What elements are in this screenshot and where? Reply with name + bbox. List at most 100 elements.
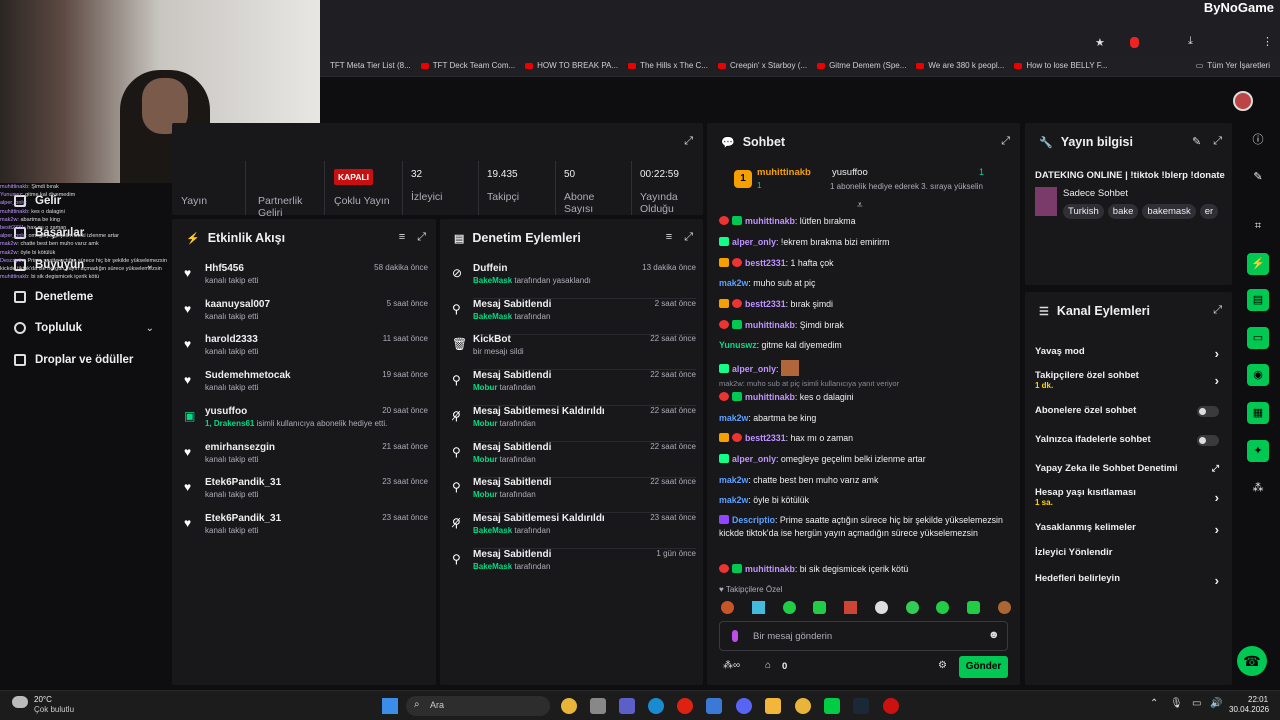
channel-action-item[interactable]: Abonelere özel sohbet (1035, 405, 1225, 417)
nav-item-topluluk[interactable]: Topluluk (14, 322, 82, 334)
chat-username[interactable]: Yunuswz (719, 340, 757, 350)
all-bookmarks[interactable]: ▭ Tüm Yer İşaretleri (1196, 61, 1270, 70)
expand-icon[interactable]: ⤢ (684, 231, 693, 244)
chat-message[interactable]: muhittinakb: kes o dalagini (719, 391, 1009, 404)
chat-message[interactable]: muhittinakb: Şimdi bırak (719, 319, 1009, 332)
filter-icon[interactable]: ≡ (666, 231, 672, 244)
chat-username[interactable]: muhittinakb (745, 320, 795, 330)
channel-action-item[interactable]: Hesap yaşı kısıtlaması 1 sa. › (1035, 487, 1225, 507)
chrome-icon[interactable] (561, 698, 577, 714)
moderation-row[interactable]: ⚲ Mesaj Sabitlendi BakeMask tarafından 2 sa… (452, 299, 696, 335)
bookmark[interactable]: We are 380 k peopl... (916, 61, 1004, 70)
tag[interactable]: Turkish (1063, 204, 1104, 219)
bookmark[interactable]: TFT Deck Team Com... (420, 61, 515, 70)
activity-user[interactable]: yusuffoo (205, 406, 247, 417)
crop-icon[interactable]: ⌗ (1247, 215, 1269, 237)
points-icon[interactable]: ⁂ (1247, 477, 1269, 499)
chat-message[interactable]: alper_only: !ekrem bırakma bizi emirirm (719, 236, 1009, 249)
activity-row[interactable]: ▣ yusuffoo 1, Drakens61 isimli kullanıcıya… (184, 406, 428, 442)
activity-row[interactable]: ♥ Sudemehmetocak kanalı takip etti 19 saat … (184, 370, 428, 406)
activity-user[interactable]: Sudemehmetocak (205, 370, 291, 381)
channel-action-item[interactable]: Yapay Zeka ile Sohbet Denetimi ⤢ (1035, 463, 1225, 474)
chat-username[interactable]: mak2w (719, 475, 748, 485)
expand-icon[interactable]: ⤢ (1213, 304, 1222, 317)
tray-chevron-icon[interactable]: ⌃ (1150, 698, 1158, 709)
chat-message[interactable]: alper_only: omegleye geçelim belki izlen… (719, 453, 1009, 466)
edit-icon[interactable]: ✎ (1247, 166, 1269, 188)
wrench-icon[interactable]: ✦ (1247, 440, 1269, 462)
expand-icon[interactable]: ⤢ (1001, 135, 1010, 148)
channel-action-item[interactable]: Takipçilere özel sohbet 1 dk. › (1035, 370, 1225, 390)
emote-bar[interactable] (721, 601, 1011, 615)
mic-icon[interactable]: 🎙 (1170, 698, 1183, 709)
chat-message[interactable]: Yunuswz: gitme kal diyemedim (719, 339, 1009, 352)
activity-user[interactable]: kaanuysal007 (205, 299, 270, 310)
info-icon[interactable]: ⓘ (1247, 129, 1269, 151)
edge-icon[interactable] (648, 698, 664, 714)
download-icon[interactable]: ⤓ (1188, 35, 1193, 48)
chat-username[interactable]: bestt2331 (745, 299, 786, 309)
clipboard-icon[interactable]: ▤ (1247, 289, 1269, 311)
star-icon[interactable]: ★ (1095, 36, 1105, 49)
chat-username[interactable]: muhittinakb (745, 392, 795, 402)
filter-icon[interactable]: ≡ (399, 231, 405, 244)
expand-icon[interactable]: ⤢ (417, 231, 426, 244)
chevron-down-icon[interactable]: ⌄ (146, 323, 154, 334)
chat-username[interactable]: Descriptio (732, 515, 775, 525)
emote-icon[interactable] (967, 601, 981, 614)
moderation-row[interactable]: ⚲̸ Mesaj Sabitlemesi Kaldırıldı BakeMask t… (452, 513, 696, 549)
bookmark[interactable]: How to lose BELLY F... (1014, 61, 1107, 70)
moderation-row[interactable]: ⚲ Mesaj Sabitlendi BakeMask tarafından 1 gü… (452, 549, 696, 585)
bookmark[interactable]: The Hills x The C... (628, 61, 708, 70)
chat-message[interactable]: mak2w: chatte best ben muho varız amk (719, 474, 1009, 487)
layout-icon[interactable]: ▦ (1247, 402, 1269, 424)
teams-icon[interactable] (619, 698, 635, 714)
channel-action-item[interactable]: Yalnızca ifadelerle sohbet (1035, 434, 1225, 446)
leaderboard-user[interactable]: muhittinakb (757, 167, 811, 178)
emote-icon[interactable] (997, 601, 1011, 614)
moderation-row[interactable]: ⚲ Mesaj Sabitlendi Mobur tarafından 22 saat… (452, 477, 696, 514)
activity-user[interactable]: Hhf5456 (205, 263, 244, 274)
taskbar-search[interactable]: ⌕ Ara (406, 696, 550, 716)
send-button[interactable]: Gönder (959, 656, 1008, 678)
chat-message[interactable]: muhittinakb: lütfen bırakma (719, 215, 1009, 228)
edit-icon[interactable]: ✎ (1192, 135, 1201, 148)
emote-icon[interactable] (751, 601, 765, 614)
moderation-row[interactable]: ⚲ Mesaj Sabitlendi Mobur tarafından 22 saat… (452, 370, 696, 407)
chat-icon[interactable]: ▭ (1247, 327, 1269, 349)
toggle-switch[interactable] (1197, 406, 1219, 417)
moderation-row[interactable]: ⚲̸ Mesaj Sabitlemesi Kaldırıldı Mobur tara… (452, 406, 696, 442)
broadcast-icon[interactable]: ◉ (1247, 364, 1269, 386)
chat-username[interactable]: mak2w (719, 413, 748, 423)
moderation-row[interactable]: ⚲ Mesaj Sabitlendi Mobur tarafından 22 saat… (452, 442, 696, 478)
network-icon[interactable]: ▭ (1192, 698, 1201, 709)
channel-action-item[interactable]: Hedefleri belirleyin › (1035, 573, 1225, 588)
gift-leader-user[interactable]: yusuffoo (832, 167, 868, 178)
menu-icon[interactable]: ⋮ (1262, 35, 1273, 48)
chrome-icon[interactable] (795, 698, 811, 714)
toggle-switch[interactable] (1197, 435, 1219, 446)
chat-message[interactable]: bestt2331: bırak şimdi (719, 298, 1009, 311)
chat-message[interactable]: mak2w: öyle bi kötülük (719, 494, 1009, 507)
record-icon[interactable] (1130, 37, 1139, 48)
chat-message[interactable]: Descriptio: Prime saatte açtığın sürece … (719, 514, 1009, 540)
media-icon[interactable] (883, 698, 899, 714)
discord-icon[interactable] (736, 698, 752, 714)
bookmark[interactable]: Creepin' x Starboy (... (717, 61, 807, 70)
activity-row[interactable]: ♥ Etek6Pandik_31 kanalı takip etti 23 saat … (184, 513, 428, 549)
store-icon[interactable] (590, 698, 606, 714)
emote-icon[interactable] (813, 601, 827, 614)
tag[interactable]: bakemask (1142, 204, 1196, 219)
tag[interactable]: er (1199, 204, 1219, 219)
chat-username[interactable]: muhittinakb (745, 216, 795, 226)
emote-icon[interactable] (721, 601, 734, 614)
activity-user[interactable]: harold2333 (205, 334, 258, 345)
kick-icon[interactable] (824, 698, 840, 714)
chat-username[interactable]: bestt2331 (745, 258, 786, 268)
chat-username[interactable]: muhittinakb (745, 564, 795, 574)
activity-user[interactable]: Etek6Pandik_31 (205, 513, 281, 524)
activity-row[interactable]: ♥ kaanuysal007 kanalı takip etti 5 saat önc… (184, 299, 428, 335)
category-name[interactable]: Sadece Sohbet (1063, 188, 1128, 199)
chat-message[interactable]: alper_only: (719, 360, 1009, 376)
avatar[interactable] (1233, 91, 1253, 111)
